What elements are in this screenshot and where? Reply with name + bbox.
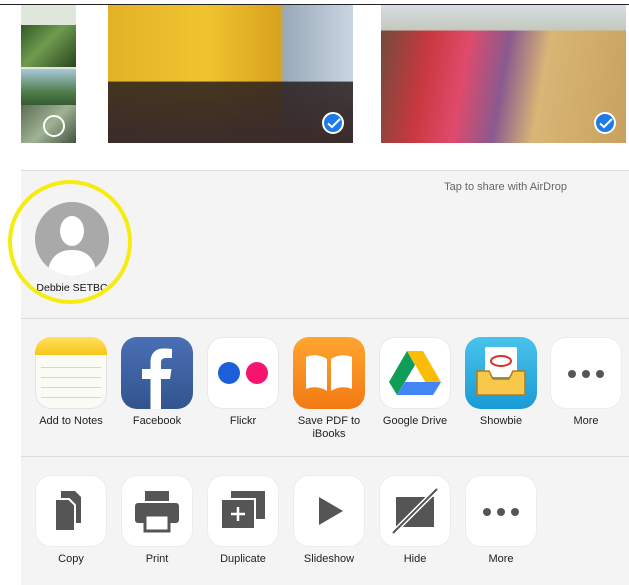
airdrop-contact[interactable]: Debbie SETBC xyxy=(34,202,110,294)
action-duplicate[interactable]: Duplicate xyxy=(200,475,286,566)
google-drive-icon[interactable] xyxy=(379,337,451,409)
photo-school-bus[interactable] xyxy=(108,5,353,143)
action-label: Duplicate xyxy=(220,553,266,565)
share-add-to-notes[interactable]: Add to Notes xyxy=(28,337,114,428)
share-more[interactable]: More xyxy=(543,337,629,428)
photo-children-sitting[interactable] xyxy=(381,5,626,143)
selection-circle-icon[interactable] xyxy=(43,115,65,137)
more-icon[interactable] xyxy=(465,475,537,547)
play-icon[interactable] xyxy=(293,475,365,547)
share-google-drive[interactable]: Google Drive xyxy=(372,337,458,428)
hide-icon[interactable] xyxy=(379,475,451,547)
action-label: Print xyxy=(145,553,169,565)
actions-row: Copy Print Duplicate Slideshow Hide More xyxy=(21,456,629,585)
notes-icon[interactable] xyxy=(35,337,107,409)
action-slideshow[interactable]: Slideshow xyxy=(286,475,372,566)
copy-icon[interactable] xyxy=(35,475,107,547)
share-label: Showbie xyxy=(479,415,523,427)
photo-strip[interactable] xyxy=(0,5,629,170)
flickr-icon[interactable] xyxy=(207,337,279,409)
facebook-icon[interactable] xyxy=(121,337,193,409)
contact-name: Debbie SETBC xyxy=(36,282,108,294)
avatar[interactable] xyxy=(35,202,109,276)
photo-thumbnail-stack[interactable] xyxy=(21,5,76,143)
share-facebook[interactable]: Facebook xyxy=(114,337,200,428)
action-label: Hide xyxy=(403,553,427,565)
duplicate-icon[interactable] xyxy=(207,475,279,547)
share-apps-row: Add to Notes Facebook Flickr Save PDF to… xyxy=(21,318,629,457)
share-label: Flickr xyxy=(229,415,257,427)
share-label: More xyxy=(573,415,599,427)
airdrop-hint: Tap to share with AirDrop xyxy=(444,181,567,193)
action-more[interactable]: More xyxy=(458,475,544,566)
action-print[interactable]: Print xyxy=(114,475,200,566)
showbie-icon[interactable] xyxy=(465,337,537,409)
share-label: Add to Notes xyxy=(39,415,103,427)
checkmark-icon[interactable] xyxy=(322,112,344,134)
action-label: Slideshow xyxy=(303,553,355,565)
checkmark-icon[interactable] xyxy=(594,112,616,134)
share-label: Google Drive xyxy=(382,415,448,427)
photo-thumbnail[interactable] xyxy=(21,25,76,67)
ibooks-icon[interactable] xyxy=(293,337,365,409)
share-label: Save PDF to iBooks xyxy=(297,415,361,440)
share-flickr[interactable]: Flickr xyxy=(200,337,286,428)
action-label: More xyxy=(488,553,514,565)
action-copy[interactable]: Copy xyxy=(28,475,114,566)
more-icon[interactable] xyxy=(550,337,622,409)
share-save-pdf-ibooks[interactable]: Save PDF to iBooks xyxy=(286,337,372,441)
share-label: Facebook xyxy=(132,415,182,427)
print-icon[interactable] xyxy=(121,475,193,547)
action-hide[interactable]: Hide xyxy=(372,475,458,566)
person-silhouette-icon xyxy=(47,216,97,276)
action-label: Copy xyxy=(58,553,84,565)
airdrop-section: Tap to share with AirDrop Debbie SETBC xyxy=(21,170,629,319)
share-showbie[interactable]: Showbie xyxy=(458,337,544,428)
